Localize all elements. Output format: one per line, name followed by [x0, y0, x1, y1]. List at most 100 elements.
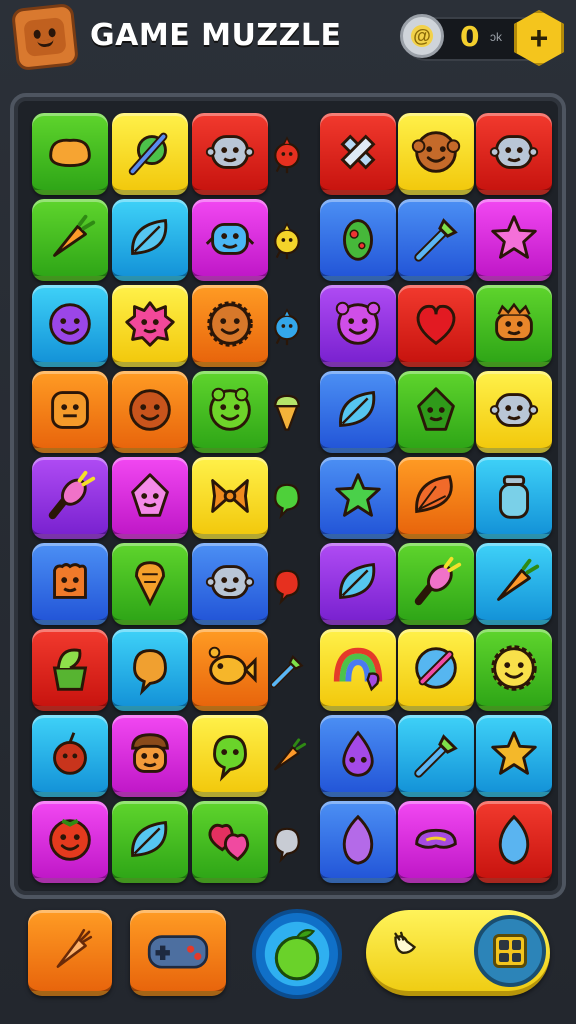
game-tile[interactable] [476, 629, 552, 711]
gear-coin-icon: @ [400, 14, 444, 58]
game-tile[interactable] [398, 715, 474, 797]
cookie-face-icon [53, 562, 87, 599]
game-tile[interactable] [476, 113, 552, 195]
game-tile[interactable] [192, 543, 268, 625]
game-tile[interactable] [32, 629, 108, 711]
hearts-icon [208, 823, 250, 861]
game-tile[interactable] [398, 113, 474, 195]
leaf-icon [131, 820, 168, 857]
cup-icon [52, 648, 88, 691]
game-tile[interactable] [192, 801, 268, 883]
game-tile[interactable] [112, 715, 188, 797]
tomato-face-icon [49, 818, 91, 861]
gamepad-booster-button[interactable] [130, 910, 226, 996]
mini-piece[interactable] [264, 733, 310, 779]
apple-booster-button[interactable] [252, 909, 342, 999]
game-tile[interactable] [32, 457, 108, 539]
game-tile[interactable] [476, 801, 552, 883]
game-tile[interactable] [320, 457, 396, 539]
game-tile[interactable] [192, 629, 268, 711]
game-title: GAME MUZZLE [90, 18, 342, 53]
game-tile[interactable] [320, 285, 396, 367]
bird-icon [274, 136, 300, 174]
game-tile[interactable] [320, 371, 396, 453]
corn-icon [135, 560, 165, 607]
grid-icon [493, 934, 527, 968]
brush-icon [270, 654, 304, 688]
game-tile[interactable] [398, 543, 474, 625]
game-tile[interactable] [32, 285, 108, 367]
robot-face-icon [489, 392, 539, 427]
game-tile[interactable] [32, 199, 108, 281]
monster-face-icon [205, 222, 255, 255]
game-tile[interactable] [320, 715, 396, 797]
game-tile[interactable] [320, 629, 396, 711]
game-tile[interactable] [32, 715, 108, 797]
game-tile[interactable] [320, 199, 396, 281]
game-tile[interactable] [476, 285, 552, 367]
compass-icon [415, 646, 457, 689]
game-tile[interactable] [398, 801, 474, 883]
game-tile[interactable] [476, 371, 552, 453]
game-tile[interactable] [476, 715, 552, 797]
grid-menu-button[interactable] [474, 915, 546, 987]
game-tile[interactable] [112, 629, 188, 711]
frog-face-icon [209, 387, 251, 431]
bow-icon [211, 478, 249, 513]
game-tile[interactable] [398, 285, 474, 367]
game-tile[interactable] [32, 113, 108, 195]
game-tile[interactable] [398, 629, 474, 711]
game-tile[interactable] [398, 199, 474, 281]
game-tile[interactable] [192, 199, 268, 281]
fish-icon [208, 646, 257, 685]
game-tile[interactable] [192, 113, 268, 195]
game-tile[interactable] [112, 457, 188, 539]
mini-piece[interactable] [264, 561, 310, 607]
game-tile[interactable] [192, 371, 268, 453]
smiley-face-icon [49, 302, 91, 345]
game-tile[interactable] [32, 801, 108, 883]
blob-icon [133, 648, 167, 696]
star-icon [491, 214, 537, 259]
game-tile[interactable] [476, 199, 552, 281]
game-tile[interactable] [192, 285, 268, 367]
heart-icon [416, 304, 456, 345]
bird-icon [274, 308, 300, 346]
game-tile[interactable] [112, 285, 188, 367]
mini-piece[interactable] [264, 819, 310, 865]
carrot-icon [53, 214, 96, 257]
game-tile[interactable] [112, 371, 188, 453]
game-tile[interactable] [476, 457, 552, 539]
crab-face-icon [495, 302, 533, 341]
game-tile[interactable] [32, 543, 108, 625]
game-tile[interactable] [476, 543, 552, 625]
game-tile[interactable] [112, 113, 188, 195]
game-tile[interactable] [192, 715, 268, 797]
game-tile[interactable] [398, 457, 474, 539]
game-tile[interactable] [112, 543, 188, 625]
carrot-booster-button[interactable] [28, 910, 112, 996]
mini-piece[interactable] [264, 217, 310, 263]
game-tile[interactable] [320, 801, 396, 883]
game-tile[interactable] [192, 457, 268, 539]
radish-icon [48, 470, 96, 519]
robot-face-icon [205, 134, 255, 169]
game-tile[interactable] [320, 543, 396, 625]
game-tile[interactable] [32, 371, 108, 453]
mini-piece[interactable] [264, 647, 310, 693]
game-tile[interactable] [398, 371, 474, 453]
mini-piece[interactable] [264, 475, 310, 521]
ice-cream-icon [274, 394, 300, 431]
game-tile[interactable] [112, 801, 188, 883]
drop-face-icon [342, 729, 374, 777]
bread-icon [49, 138, 91, 167]
game-tile[interactable] [112, 199, 188, 281]
block-face-icon [51, 390, 89, 429]
leaf-icon [131, 218, 168, 255]
game-tile[interactable] [320, 113, 396, 195]
mini-piece[interactable] [264, 303, 310, 349]
gem-icon [498, 814, 530, 865]
mini-piece[interactable] [264, 131, 310, 177]
mini-piece[interactable] [264, 389, 310, 435]
leaf-icon [339, 390, 376, 427]
